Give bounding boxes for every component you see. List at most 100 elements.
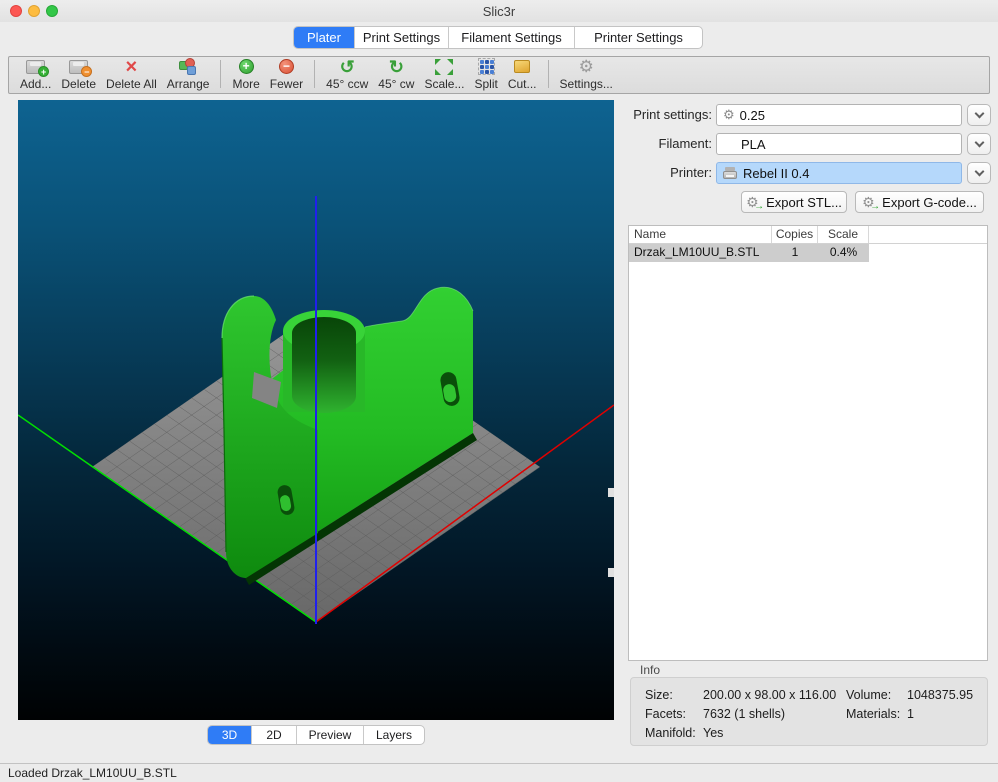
view-tab-layers[interactable]: Layers (363, 726, 424, 744)
add-label: Add... (20, 77, 51, 91)
materials-label: Materials: (846, 707, 900, 721)
view-tab-2d[interactable]: 2D (251, 726, 296, 744)
fewer-button[interactable]: − Fewer (265, 57, 308, 91)
facets-label: Facets: (645, 707, 686, 721)
cell-scale: 0.4% (818, 244, 869, 262)
add-button[interactable]: + Add... (15, 57, 56, 91)
viewport-edge-mark (608, 488, 614, 497)
column-header-name[interactable]: Name (629, 226, 772, 243)
tab-printer-settings[interactable]: Printer Settings (574, 27, 702, 48)
toolbar-separator (220, 60, 221, 88)
toolbar: + Add... − Delete × Delete All Arrange +… (8, 56, 990, 94)
print-settings-label: Print settings: (620, 104, 712, 126)
object-table: Name Copies Scale Drzak_LM10UU_B.STL 1 0… (628, 225, 988, 661)
viewport-edge-mark (608, 568, 614, 577)
export-stl-button[interactable]: ⚙→ Export STL... (741, 191, 847, 213)
more-label: More (232, 77, 259, 91)
rotate-ccw-label: 45° ccw (326, 77, 368, 91)
info-group-title: Info (640, 663, 660, 677)
split-label: Split (474, 77, 497, 91)
cut-button[interactable]: Cut... (503, 57, 542, 91)
materials-value: 1 (907, 707, 914, 721)
column-header-scale[interactable]: Scale (818, 226, 869, 243)
arrange-button[interactable]: Arrange (162, 57, 215, 91)
gear-icon: ⚙ (579, 58, 594, 76)
rotate-cw-button[interactable]: ↻ 45° cw (373, 57, 419, 91)
rotate-cw-icon: ↻ (389, 58, 404, 76)
filament-value: PLA (741, 137, 766, 152)
add-box-icon: + (26, 60, 45, 74)
main-tab-bar: Plater Print Settings Filament Settings … (293, 26, 703, 49)
scale-icon (435, 59, 453, 75)
delete-all-label: Delete All (106, 77, 157, 91)
settings-label: Settings... (560, 77, 613, 91)
delete-label: Delete (61, 77, 96, 91)
delete-all-button[interactable]: × Delete All (101, 57, 162, 91)
title-bar: Slic3r (0, 0, 998, 22)
window-title: Slic3r (0, 4, 998, 19)
3d-viewport[interactable] (18, 100, 614, 720)
export-stl-label: Export STL... (766, 195, 842, 210)
printer-value: Rebel II 0.4 (743, 166, 810, 181)
cut-icon (514, 60, 530, 73)
manifold-label: Manifold: (645, 726, 696, 740)
arrange-label: Arrange (167, 77, 210, 91)
manifold-value: Yes (703, 726, 723, 740)
export-icon: ⚙→ (862, 194, 877, 210)
object-table-header: Name Copies Scale (629, 226, 987, 244)
table-row[interactable]: Drzak_LM10UU_B.STL 1 0.4% (629, 244, 987, 262)
printer-select[interactable]: Rebel II 0.4 (716, 162, 962, 184)
arrange-icon (178, 58, 198, 76)
export-gcode-label: Export G-code... (882, 195, 977, 210)
printer-label: Printer: (620, 162, 712, 184)
facets-value: 7632 (1 shells) (703, 707, 785, 721)
more-button[interactable]: + More (227, 57, 264, 91)
view-mode-tab-bar: 3D 2D Preview Layers (207, 725, 425, 745)
delete-button[interactable]: − Delete (56, 57, 101, 91)
status-bar: Loaded Drzak_LM10UU_B.STL (0, 763, 998, 782)
fewer-label: Fewer (270, 77, 303, 91)
status-text: Loaded Drzak_LM10UU_B.STL (8, 766, 177, 780)
delete-box-icon: − (69, 60, 88, 74)
split-button[interactable]: Split (469, 57, 502, 91)
view-tab-3d[interactable]: 3D (208, 726, 251, 744)
info-box: Size: 200.00 x 98.00 x 116.00 Volume: 10… (630, 677, 988, 746)
print-settings-value: 0.25 (740, 108, 765, 123)
chevron-down-icon (974, 109, 984, 119)
delete-all-icon: × (126, 58, 138, 76)
view-tab-preview[interactable]: Preview (296, 726, 363, 744)
filament-label: Filament: (620, 133, 712, 155)
print-settings-dropdown-button[interactable] (967, 104, 991, 126)
volume-value: 1048375.95 (907, 688, 973, 702)
scale-button[interactable]: Scale... (419, 57, 469, 91)
tab-print-settings[interactable]: Print Settings (354, 27, 448, 48)
cylinder-bore (292, 317, 356, 413)
split-icon (478, 58, 495, 75)
settings-button[interactable]: ⚙ Settings... (555, 57, 618, 91)
plus-circle-icon: + (239, 59, 254, 74)
export-gcode-button[interactable]: ⚙→ Export G-code... (855, 191, 984, 213)
toolbar-separator (314, 60, 315, 88)
cut-label: Cut... (508, 77, 537, 91)
minus-circle-icon: − (279, 59, 294, 74)
rotate-ccw-button[interactable]: ↺ 45° ccw (321, 57, 373, 91)
tab-filament-settings[interactable]: Filament Settings (448, 27, 574, 48)
size-value: 200.00 x 98.00 x 116.00 (703, 688, 836, 702)
cell-copies: 1 (772, 244, 818, 262)
tab-plater[interactable]: Plater (294, 27, 354, 48)
filament-select[interactable]: PLA (716, 133, 962, 155)
volume-label: Volume: (846, 688, 891, 702)
rotate-ccw-icon: ↺ (340, 58, 355, 76)
scale-label: Scale... (424, 77, 464, 91)
chevron-down-icon (974, 138, 984, 148)
cell-name: Drzak_LM10UU_B.STL (629, 244, 772, 262)
gear-icon: ⚙ (723, 108, 735, 122)
filament-dropdown-button[interactable] (967, 133, 991, 155)
printer-icon (723, 167, 737, 179)
export-icon: ⚙→ (746, 194, 761, 210)
print-settings-select[interactable]: ⚙ 0.25 (716, 104, 962, 126)
printer-dropdown-button[interactable] (967, 162, 991, 184)
column-header-copies[interactable]: Copies (772, 226, 818, 243)
size-label: Size: (645, 688, 673, 702)
toolbar-separator (548, 60, 549, 88)
